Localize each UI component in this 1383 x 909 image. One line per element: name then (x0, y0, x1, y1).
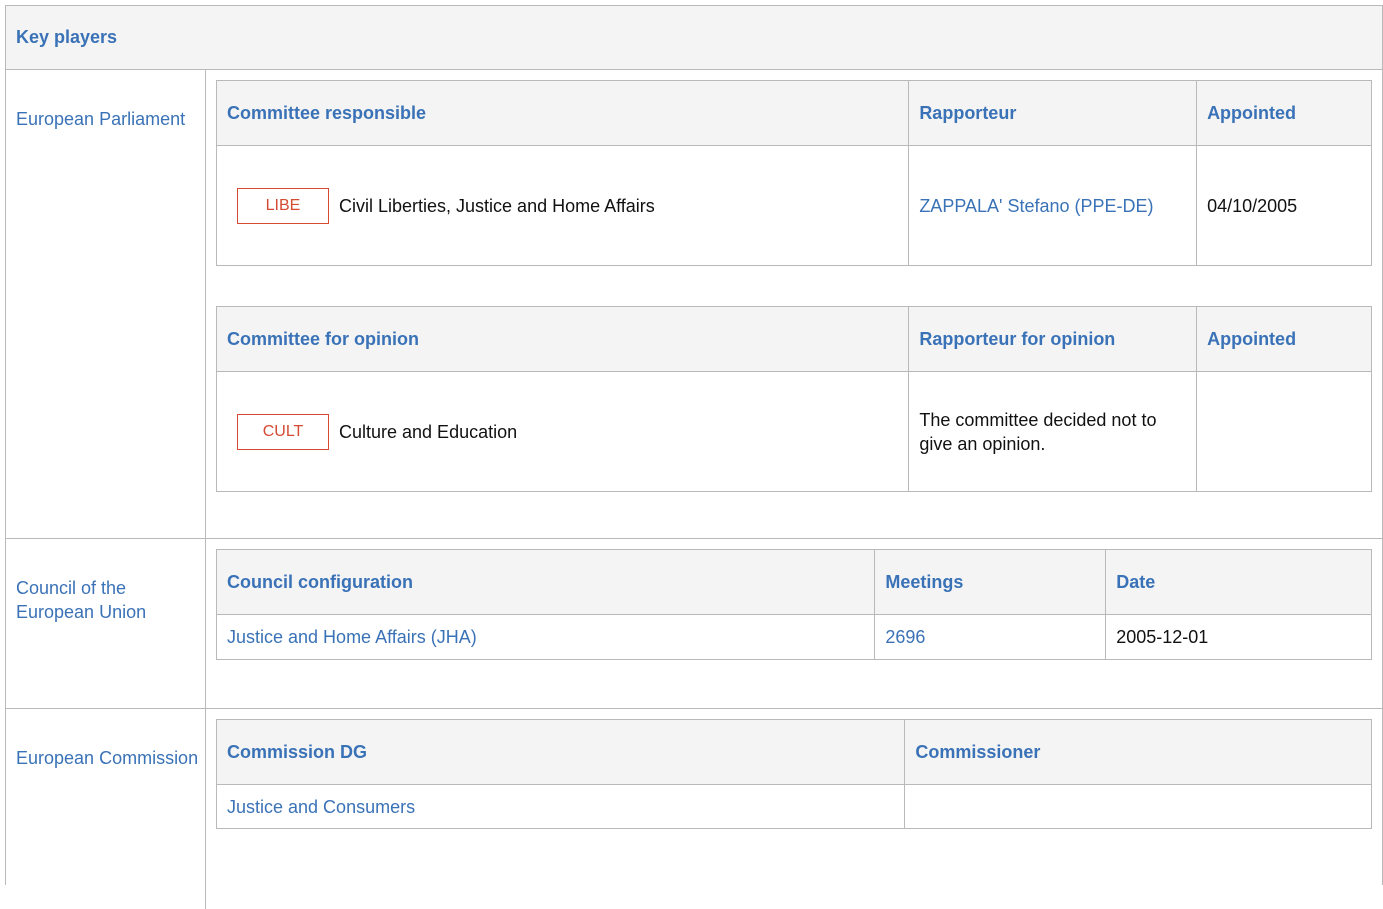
col-commission-dg: Commission DG (215, 719, 906, 785)
col-appointed-opinion: Appointed (1196, 306, 1372, 372)
section-commission: European Commission Commission DG Commis… (6, 709, 1382, 909)
col-appointed: Appointed (1196, 80, 1372, 146)
rapporteur-link[interactable]: ZAPPALA' Stefano (PPE-DE) (919, 196, 1153, 216)
key-players-panel: Key players European Parliament Committe… (5, 5, 1383, 909)
committee-name: Civil Liberties, Justice and Home Affair… (339, 195, 655, 216)
committee-code-badge[interactable]: LIBE (237, 187, 329, 224)
committee-opinion-table: Committee for opinion Rapporteur for opi… (215, 306, 1372, 492)
committee-cell: LIBE Civil Liberties, Justice and Home A… (215, 145, 910, 266)
col-rapporteur: Rapporteur (908, 80, 1198, 146)
council-table: Council configuration Meetings Date Just… (215, 549, 1372, 660)
commission-table: Commission DG Commissioner Justice and C… (215, 719, 1372, 829)
council-label: Council of the European Union (6, 539, 206, 708)
commission-dg-link[interactable]: Justice and Consumers (227, 797, 415, 817)
parliament-body: Committee responsible Rapporteur Appoint… (206, 70, 1382, 538)
col-committee-responsible: Committee responsible (215, 80, 910, 146)
parliament-label: European Parliament (6, 70, 206, 538)
section-parliament: European Parliament Committee responsibl… (6, 70, 1382, 539)
col-date: Date (1105, 549, 1372, 615)
key-players-header: Key players (6, 6, 1382, 70)
col-meetings: Meetings (874, 549, 1107, 615)
meeting-link[interactable]: 2696 (885, 627, 925, 647)
committee-cell: CULT Culture and Education (215, 371, 910, 492)
key-players-title: Key players (16, 27, 118, 47)
section-council: Council of the European Union Council co… (6, 539, 1382, 709)
col-council-configuration: Council configuration (215, 549, 876, 615)
table-row: Justice and Consumers (215, 784, 1372, 829)
appointed-date: 04/10/2005 (1207, 195, 1298, 216)
col-committee-opinion: Committee for opinion (215, 306, 910, 372)
commission-label: European Commission (6, 709, 206, 909)
col-rapporteur-opinion: Rapporteur for opinion (908, 306, 1198, 372)
table-row: LIBE Civil Liberties, Justice and Home A… (215, 145, 1372, 266)
council-body: Council configuration Meetings Date Just… (206, 539, 1382, 708)
table-row: Justice and Home Affairs (JHA) 2696 2005… (215, 614, 1372, 660)
committee-name: Culture and Education (339, 421, 518, 442)
table-row: CULT Culture and Education The committee… (215, 371, 1372, 492)
opinion-rapporteur-text: The committee decided not to give an opi… (919, 409, 1157, 454)
council-configuration-link[interactable]: Justice and Home Affairs (JHA) (227, 627, 477, 647)
committee-code-badge[interactable]: CULT (237, 413, 329, 450)
col-commissioner: Commissioner (904, 719, 1372, 785)
committee-responsible-table: Committee responsible Rapporteur Appoint… (215, 80, 1372, 266)
meeting-date: 2005-12-01 (1116, 627, 1209, 647)
commission-body: Commission DG Commissioner Justice and C… (206, 709, 1382, 909)
